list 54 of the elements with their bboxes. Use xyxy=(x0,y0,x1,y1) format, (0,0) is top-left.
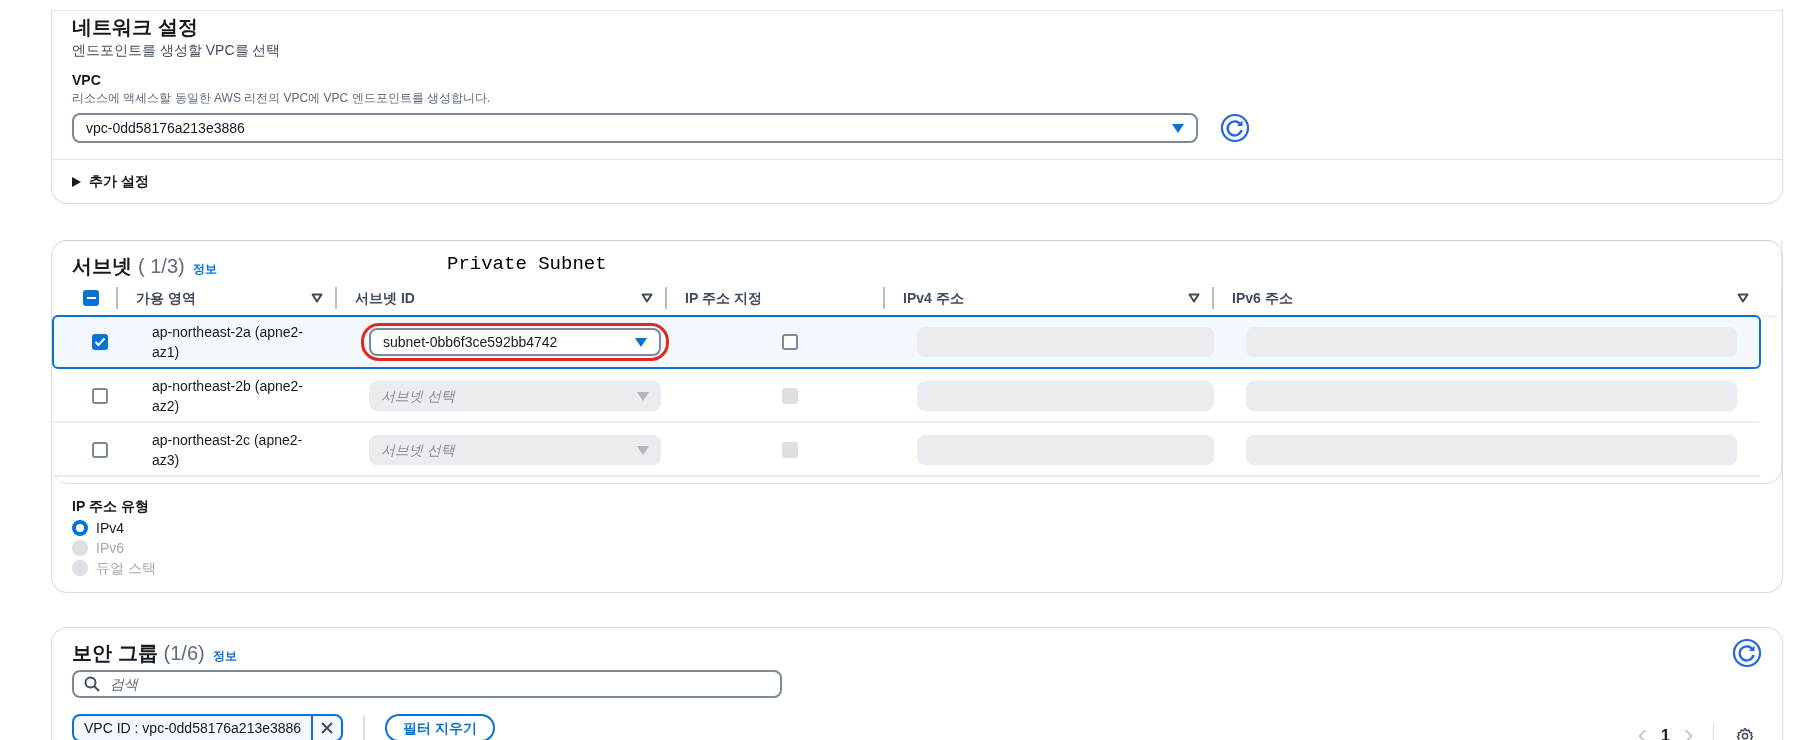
zone-cell-text: ap-northeast-2b (apne2-az2) xyxy=(151,377,304,416)
annotation-label: Private Subnet xyxy=(447,253,607,275)
info-link[interactable]: 정보 xyxy=(212,647,237,665)
caret-icon xyxy=(637,445,649,455)
selection-count: (1/6) xyxy=(163,641,205,666)
checkbox[interactable] xyxy=(782,334,798,350)
section-title: 보안 그룹 xyxy=(72,641,158,666)
previous-page-icon[interactable] xyxy=(1638,729,1648,740)
table-row[interactable]: ap-northeast-2b (apne2-az2) 서브넷 선택 xyxy=(52,369,1761,423)
sort-icon[interactable] xyxy=(1188,293,1200,303)
selection-count: ( 1/3) xyxy=(138,254,185,279)
checkbox[interactable] xyxy=(92,442,108,458)
caret-icon xyxy=(635,337,647,347)
refresh-icon[interactable] xyxy=(1732,638,1762,668)
sort-icon[interactable] xyxy=(311,293,323,303)
column-header: 서브넷 ID xyxy=(355,288,415,308)
zone-cell-text: ap-northeast-2c (apne2-az3) xyxy=(151,431,304,470)
field-label: IP 주소 유형 xyxy=(72,497,150,516)
field-label: VPC xyxy=(72,71,102,89)
table-row[interactable]: ap-northeast-2c (apne2-az3) 서브넷 선택 xyxy=(52,423,1761,477)
caret-icon xyxy=(637,391,649,401)
clear-filters-button[interactable]: 필터 지우기 xyxy=(385,714,496,740)
column-header: IPv4 주소 xyxy=(903,288,964,308)
refresh-icon[interactable] xyxy=(1220,113,1250,143)
column-header: 가용 영역 xyxy=(136,288,196,308)
checkbox[interactable] xyxy=(92,334,108,350)
radio-label: IPv6 xyxy=(96,538,124,558)
search-icon xyxy=(84,676,100,692)
filter-token-label: VPC ID : vpc-0dd58176a213e3886 xyxy=(83,718,303,738)
search-field[interactable]: 검색 xyxy=(72,670,782,698)
subnet-select[interactable]: subnet-0bb6f3ce592bb4742 xyxy=(369,328,661,356)
additional-settings-toggle[interactable]: 추가 설정 xyxy=(52,159,1782,203)
section-title: 서브넷 xyxy=(72,254,132,279)
next-page-icon[interactable] xyxy=(1684,729,1693,740)
caret-icon xyxy=(1172,123,1184,133)
section-title: 네트워크 설정 xyxy=(72,15,199,40)
vpc-select[interactable]: vpc-0dd58176a213e3886 xyxy=(72,113,1198,143)
radio-label: 듀얼 스택 xyxy=(96,558,156,578)
checkbox[interactable] xyxy=(83,290,99,306)
radio-label: IPv4 xyxy=(96,518,124,538)
radio-button[interactable] xyxy=(72,520,88,536)
sort-icon[interactable] xyxy=(641,293,653,303)
info-link[interactable]: 정보 xyxy=(192,260,217,278)
column-header: IPv6 주소 xyxy=(1232,288,1293,308)
section-description: 엔드포인트를 생성할 VPC를 선택 xyxy=(72,41,282,59)
zone-cell-text: ap-northeast-2a (apne2-az1) xyxy=(151,323,304,362)
expand-icon xyxy=(72,176,81,187)
field-description: 리소스에 액세스할 동일한 AWS 리전의 VPC에 VPC 엔드포인트를 생성합니다. xyxy=(72,90,492,107)
settings-icon[interactable] xyxy=(1736,727,1754,740)
column-header: IP 주소 지정 xyxy=(685,288,762,308)
close-icon xyxy=(321,722,334,734)
checkbox[interactable] xyxy=(92,388,108,404)
sort-icon[interactable] xyxy=(1737,293,1749,303)
table-row[interactable]: ap-northeast-2a (apne2-az1) subnet-0bb6f3ce592bb4742 xyxy=(52,315,1761,369)
